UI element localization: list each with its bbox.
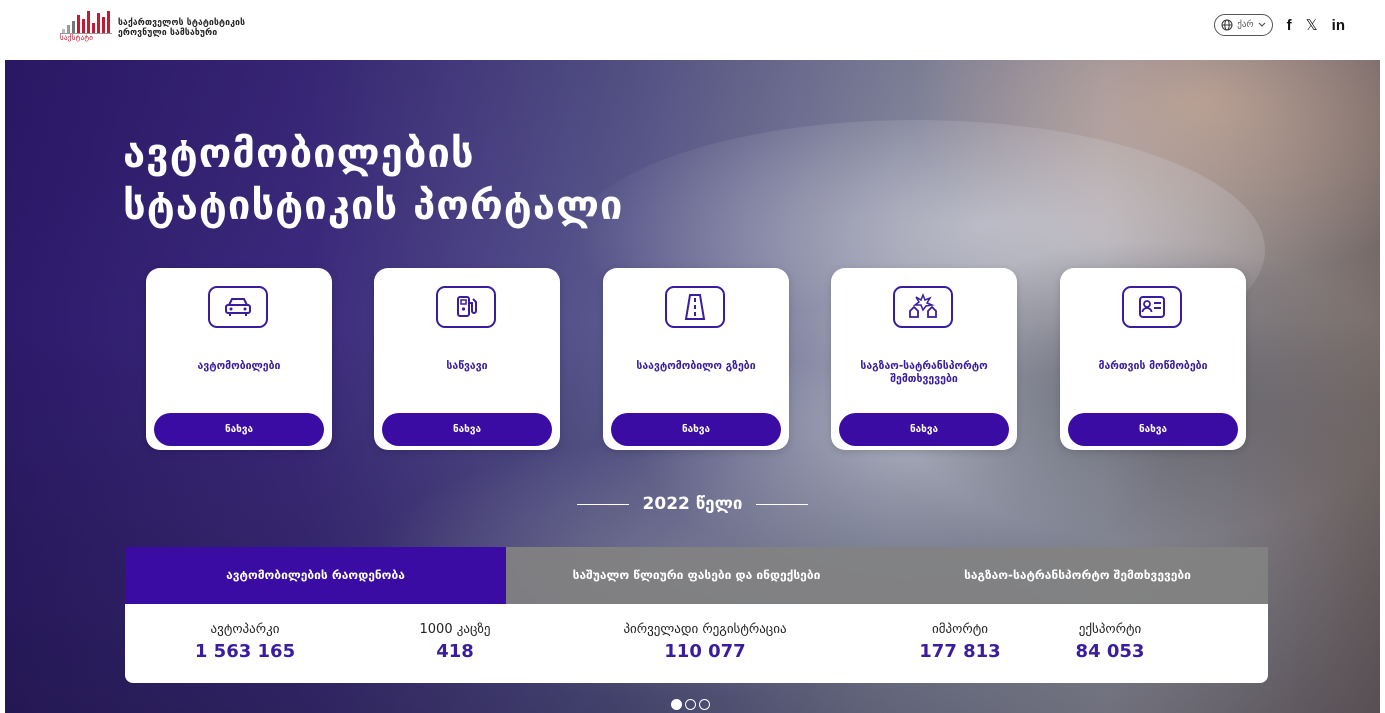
- card-label: ავტომობილები: [197, 360, 281, 372]
- id-card-icon: [1122, 286, 1182, 328]
- view-button[interactable]: ნახვა: [1068, 413, 1238, 446]
- stats-panel: ავტოპარკი 1 563 165 1000 კაცზე 418 პირვე…: [125, 604, 1268, 683]
- category-card-roads[interactable]: საავტომობილო გზები ნახვა: [603, 268, 789, 450]
- hero-banner: ავტომობილების სტატისტიკის პორტალი ავტომო…: [5, 60, 1380, 713]
- view-button[interactable]: ნახვა: [611, 413, 781, 446]
- logo-text: საქართველოს სტატისტიკის ეროვნული სამსახუ…: [118, 18, 245, 38]
- card-label: მართვის მოწმობები: [1098, 360, 1208, 372]
- carousel-pager: [671, 699, 710, 710]
- linkedin-icon[interactable]: in: [1332, 17, 1345, 34]
- tab-vehicle-count[interactable]: ავტომობილების რაოდენობა: [125, 547, 506, 604]
- x-twitter-icon[interactable]: 𝕏: [1306, 16, 1318, 34]
- year-label: 2022 წელი: [642, 494, 743, 514]
- stat-export: ექსპორტი 84 053: [1050, 622, 1170, 664]
- card-label: საავტომობილო გზები: [636, 360, 756, 372]
- language-selector[interactable]: ქარ: [1214, 14, 1273, 36]
- stat-value: 110 077: [664, 641, 746, 662]
- page-title: ავტომობილების სტატისტიკის პორტალი: [123, 128, 623, 232]
- view-button[interactable]: ნახვა: [154, 413, 324, 446]
- fuel-pump-icon: [436, 286, 496, 328]
- page-title-line1: ავტომობილების: [123, 131, 475, 177]
- language-label: ქარ: [1237, 20, 1254, 30]
- tab-prices-indices[interactable]: საშუალო წლიური ფასები და ინდექსები: [506, 547, 887, 604]
- divider-line: [756, 503, 809, 505]
- pager-dot-1[interactable]: [671, 699, 682, 710]
- stat-fleet: ავტოპარკი 1 563 165: [175, 622, 315, 664]
- stat-label: იმპორტი: [932, 622, 988, 637]
- category-card-cars[interactable]: ავტომობილები ნახვა: [146, 268, 332, 450]
- car-icon: [208, 286, 268, 328]
- tab-accidents[interactable]: საგზაო-სატრანსპორტო შემთხვევები: [887, 547, 1268, 604]
- logo-text-line1: საქართველოს სტატისტიკის: [118, 18, 246, 28]
- logo-mark: საქსტატი: [60, 11, 112, 45]
- card-label: საწვავი: [446, 360, 488, 372]
- stat-first-registration: პირველადი რეგისტრაცია 110 077: [565, 622, 845, 664]
- view-button[interactable]: ნახვა: [839, 413, 1009, 446]
- page-title-line2: სტატისტიკის პორტალი: [123, 183, 624, 229]
- car-crash-icon: [893, 286, 953, 328]
- header-actions: ქარ f 𝕏 in: [1214, 14, 1345, 36]
- divider-line: [576, 503, 629, 505]
- category-card-licenses[interactable]: მართვის მოწმობები ნახვა: [1060, 268, 1246, 450]
- stat-import: იმპორტი 177 813: [900, 622, 1020, 664]
- globe-icon: [1221, 19, 1233, 31]
- stat-value: 84 053: [1075, 641, 1145, 662]
- view-button[interactable]: ნახვა: [382, 413, 552, 446]
- logo-text-line2: ეროვნული სამსახური: [118, 28, 218, 38]
- stat-value: 177 813: [919, 641, 1001, 662]
- category-card-fuel[interactable]: საწვავი ნახვა: [374, 268, 560, 450]
- bar-chart-logo-icon: [62, 11, 112, 33]
- stat-label: ექსპორტი: [1078, 622, 1142, 637]
- stat-label: პირველადი რეგისტრაცია: [623, 622, 787, 637]
- facebook-icon[interactable]: f: [1287, 17, 1292, 34]
- road-icon: [665, 286, 725, 328]
- pager-dot-2[interactable]: [685, 699, 696, 710]
- pager-dot-3[interactable]: [699, 699, 710, 710]
- stat-value: 418: [436, 641, 474, 662]
- category-card-accidents[interactable]: საგზაო-სატრანსპორტო შემთხვევები ნახვა: [831, 268, 1017, 450]
- geostat-logo[interactable]: საქსტატი საქართველოს სტატისტიკის ეროვნულ…: [60, 11, 245, 45]
- stat-value: 1 563 165: [194, 641, 296, 662]
- stat-label: ავტოპარკი: [210, 622, 280, 637]
- card-label: საგზაო-სატრანსპორტო შემთხვევები: [860, 360, 988, 385]
- chevron-down-icon: [1258, 22, 1265, 27]
- stats-tabs: ავტომობილების რაოდენობა საშუალო წლიური ფ…: [125, 547, 1268, 604]
- stat-per-1000: 1000 კაცზე 418: [390, 622, 520, 664]
- site-header: საქსტატი საქართველოს სტატისტიკის ეროვნულ…: [0, 0, 1385, 60]
- stat-label: 1000 კაცზე: [419, 622, 491, 637]
- logo-wordmark: საქსტატი: [60, 33, 112, 42]
- year-divider: 2022 წელი: [5, 494, 1380, 514]
